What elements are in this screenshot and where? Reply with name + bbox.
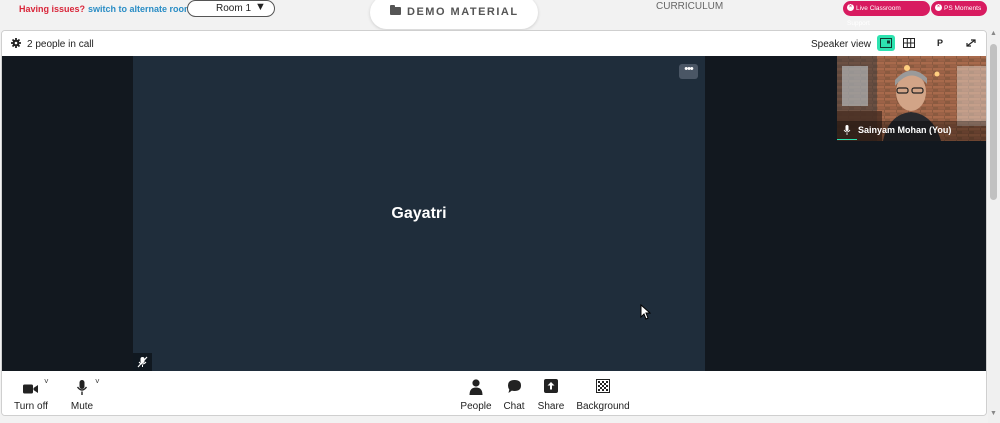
video-stage: Gayatri ••• Sainyam Mohan (You) [2,56,986,371]
top-bar: Having issues? switch to alternate room R… [0,0,1000,30]
scroll-down-arrow-icon[interactable]: ▼ [990,410,997,417]
share-screen-icon [544,379,558,393]
background-label: Background [576,401,630,412]
call-header: 2 people in call Speaker view P [2,31,986,56]
scroll-up-arrow-icon[interactable]: ▲ [990,30,997,37]
mic-off-icon [137,356,148,368]
view-label: Speaker view [811,39,872,50]
more-options-button[interactable]: ••• [679,64,698,79]
background-button[interactable]: Background [574,379,632,412]
microphone-icon [76,380,88,395]
curriculum-tab[interactable]: CURRICULUM [656,1,723,12]
ps-moments-label: PS Moments [944,5,982,12]
people-count: 2 people in call [27,39,94,50]
people-label: People [460,401,492,412]
person-icon [469,379,483,395]
issue-banner: Having issues? switch to alternate room [19,4,192,14]
room-select[interactable]: Room 1 ▼ [187,0,275,17]
grid-icon [903,38,915,48]
pin-button[interactable]: P [931,35,949,51]
camera-toggle-label: Turn off [14,401,48,412]
mute-button[interactable]: Mute [66,379,98,412]
live-support-label: Live Classroom Support [847,5,901,27]
speaker-view-button[interactable] [877,35,895,51]
caret-down-icon: ▼ [255,1,266,13]
camera-options-chevron-icon[interactable]: ˅ [44,377,49,386]
live-support-button[interactable]: × Live Classroom Support [843,1,930,27]
page-scrollbar[interactable]: ▲ ▼ [988,30,1000,423]
chat-button[interactable]: Chat [500,379,528,412]
speaker-name: Gayatri [391,205,447,222]
issue-prompt: Having issues? [19,4,86,14]
folder-icon [390,5,401,15]
ps-moments-button[interactable]: × PS Moments [931,1,987,16]
call-controls: Turn off ˅ Mute ˅ People Chat Share Back… [2,371,986,415]
room-select-value: Room 1 [216,3,252,14]
share-button[interactable]: Share [535,379,567,412]
chat-label: Chat [503,401,525,412]
mic-options-chevron-icon[interactable]: ˅ [95,377,100,386]
close-circle-icon: × [847,3,854,11]
share-label: Share [537,401,565,412]
muted-indicator [133,353,152,371]
mouse-cursor-icon [640,304,651,320]
ellipsis-icon: ••• [684,63,694,75]
mic-icon [843,125,851,135]
alternate-room-link[interactable]: switch to alternate room [88,4,192,14]
mute-label: Mute [70,401,94,412]
fullscreen-button[interactable] [962,35,980,51]
video-camera-icon [23,384,38,394]
audio-level-indicator [837,139,857,140]
close-circle-icon: × [935,3,942,11]
speaker-tile[interactable]: Gayatri ••• [133,56,705,371]
demo-material-label: DEMO MATERIAL [407,6,519,18]
grid-view-button[interactable] [900,35,918,51]
gear-icon[interactable] [11,38,21,48]
self-video-tile[interactable]: Sainyam Mohan (You) [837,56,986,141]
chat-bubble-icon [507,380,521,393]
expand-icon [966,39,976,47]
self-name: Sainyam Mohan (You) [858,125,952,135]
video-call-frame: 2 people in call Speaker view P Gayatri … [1,30,987,416]
speaker-layout-icon [880,38,892,48]
people-button[interactable]: People [458,379,494,412]
background-blur-icon [596,379,610,393]
scrollbar-thumb[interactable] [990,44,997,200]
demo-material-button[interactable]: DEMO MATERIAL [370,0,538,29]
